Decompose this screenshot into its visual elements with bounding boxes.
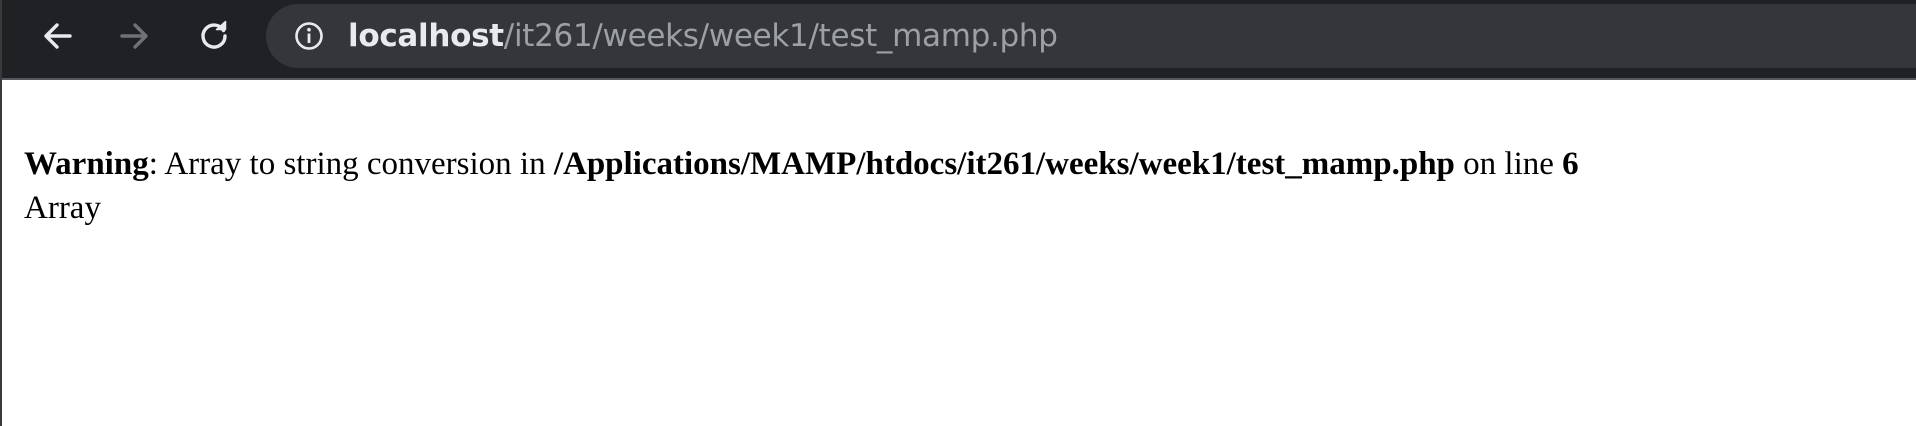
warning-line-number: 6 — [1562, 146, 1579, 182]
reload-icon — [201, 20, 227, 49]
url-path: /it261/weeks/week1/test_mamp.php — [503, 18, 1058, 54]
arrow-left-icon — [44, 23, 72, 49]
warning-on-line: on line — [1454, 146, 1563, 182]
warning-label: Warning — [24, 146, 149, 182]
arrow-right-icon — [120, 23, 148, 49]
warning-separator: : — [148, 146, 165, 182]
forward-button[interactable] — [112, 14, 156, 58]
browser-toolbar: localhost/it261/weeks/week1/test_mamp.ph… — [2, 0, 1916, 80]
script-output: Array — [24, 190, 101, 226]
browser-window: localhost/it261/weeks/week1/test_mamp.ph… — [0, 0, 1916, 426]
warning-file-path: /Applications/MAMP/htdocs/it261/weeks/we… — [553, 146, 1455, 182]
url-text[interactable]: localhost/it261/weeks/week1/test_mamp.ph… — [348, 4, 1058, 68]
url-host: localhost — [348, 18, 504, 54]
reload-button[interactable] — [192, 14, 236, 58]
back-button[interactable] — [36, 14, 80, 58]
page-content: Warning: Array to string conversion in /… — [24, 142, 1579, 230]
address-bar[interactable]: localhost/it261/weeks/week1/test_mamp.ph… — [266, 4, 1916, 68]
warning-message: Array to string conversion in — [164, 146, 554, 182]
info-icon[interactable] — [294, 21, 324, 51]
php-warning-line: Warning: Array to string conversion in /… — [24, 142, 1579, 186]
